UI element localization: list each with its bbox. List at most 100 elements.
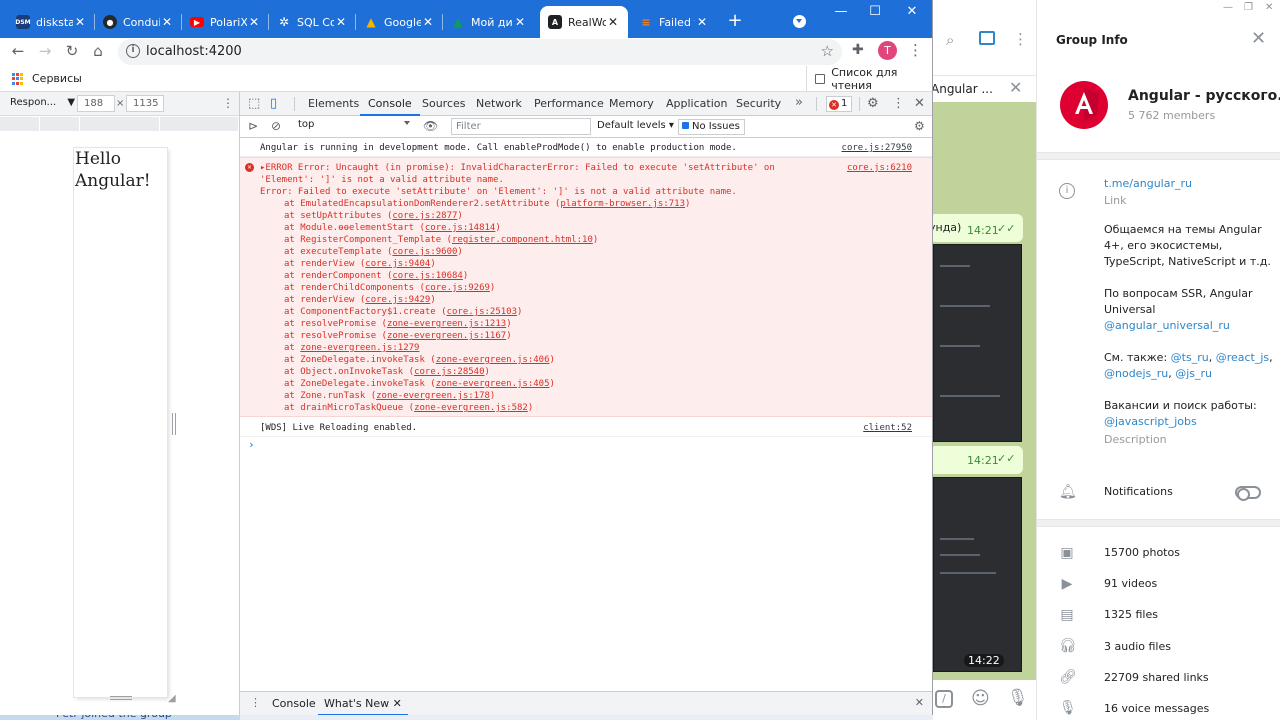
reading-list-button[interactable]: Список для чтения (806, 66, 932, 92)
group-link[interactable]: t.me/angular_ru (1104, 176, 1274, 192)
error-expander[interactable]: ▸ERROR Error: Uncaught (in promise): Inv… (260, 162, 920, 174)
sidebar-icon[interactable]: ⊳ (248, 119, 258, 133)
menu-icon[interactable]: ⋮ (908, 41, 923, 59)
stack-location-link[interactable]: zone-evergreen.js:406 (436, 355, 550, 365)
stack-location-link[interactable]: core.js:9404 (365, 259, 430, 269)
eye-icon[interactable]: 👁︎ (423, 119, 438, 133)
tab-network[interactable]: Network (476, 92, 522, 116)
url-text[interactable]: localhost:4200 (146, 44, 242, 59)
error-count-badge[interactable]: ✕ 1 (826, 96, 852, 112)
close-icon[interactable]: ✕ (421, 15, 435, 29)
width-input[interactable]: 188 (77, 95, 115, 112)
issues-button[interactable]: No Issues (678, 119, 745, 135)
media-item-files[interactable]: 1325 files (1104, 608, 1158, 621)
maximize-icon[interactable]: ☐ (860, 4, 890, 19)
screenshot-image[interactable]: 14:22 (933, 477, 1022, 672)
stack-location-link[interactable]: zone-evergreen.js:582 (414, 403, 528, 413)
more-tabs-icon[interactable]: » (795, 95, 803, 110)
filter-input[interactable]: Filter (451, 118, 591, 135)
group-avatar[interactable] (1060, 81, 1108, 129)
close-icon[interactable]: ✕ (247, 15, 261, 29)
browser-tab-active[interactable]: A RealWo ✕ (540, 6, 628, 38)
close-icon[interactable]: ✕ (695, 15, 709, 29)
close-icon[interactable]: ✕ (1009, 78, 1022, 97)
resize-grip-icon[interactable]: ◢ (168, 693, 176, 704)
stack-location-link[interactable]: zone-evergreen.js:178 (376, 391, 490, 401)
pinned-message[interactable]: Angular ... ✕ (933, 75, 1036, 102)
browser-tab[interactable]: ▲ Google ✕ (356, 6, 443, 38)
close-icon[interactable]: ✕ (513, 15, 527, 29)
restore-icon[interactable]: ❐ (1244, 2, 1253, 13)
source-link[interactable]: client:52 (863, 422, 912, 434)
close-icon[interactable]: ✕ (1251, 28, 1266, 49)
media-item-links[interactable]: 22709 shared links (1104, 671, 1209, 684)
close-icon[interactable]: ✕ (914, 96, 925, 111)
tab-memory[interactable]: Memory (609, 92, 654, 116)
tab-elements[interactable]: Elements (308, 92, 359, 116)
stack-location-link[interactable]: core.js:9600 (392, 247, 457, 257)
browser-tab[interactable]: ● Conduit ✕ (95, 6, 182, 38)
forward-icon[interactable]: → (36, 42, 54, 60)
close-icon[interactable]: ✕ (393, 697, 402, 710)
gear-icon[interactable]: ⚙ (914, 119, 925, 133)
more-icon[interactable]: ⋮ (222, 96, 234, 110)
address-bar[interactable]: i localhost:4200 ☆ (118, 39, 842, 65)
description-link[interactable]: @javascript_jobs (1104, 414, 1274, 430)
close-icon[interactable]: ✕ (915, 696, 924, 709)
browser-tab[interactable]: ▲ Мой ди ✕ (443, 6, 535, 38)
browser-tab[interactable]: ✲ SQL Co ✕ (269, 6, 356, 38)
tab-search-icon[interactable] (793, 15, 806, 28)
screenshot-image[interactable] (933, 244, 1022, 442)
drawer-tab-whats-new[interactable]: What's New ✕ (318, 692, 408, 715)
extensions-icon[interactable]: ✚ (852, 42, 864, 58)
close-icon[interactable]: ✕ (334, 15, 348, 29)
resize-handle-bottom[interactable] (110, 696, 132, 700)
browser-tab[interactable]: DSM diskstat ✕ (8, 6, 95, 38)
tab-application[interactable]: Application (666, 92, 727, 116)
stack-location-link[interactable]: register.component.html:10 (452, 235, 593, 245)
profile-avatar[interactable]: T (878, 41, 897, 60)
emulated-device[interactable]: Hello Angular! (74, 148, 167, 697)
new-tab-button[interactable]: + (724, 10, 746, 31)
search-icon[interactable]: ⌕ (946, 31, 954, 49)
media-item-videos[interactable]: 91 videos (1104, 577, 1157, 590)
more-icon[interactable]: ⋮ (250, 696, 261, 709)
stack-location-link[interactable]: core.js:14814 (425, 223, 495, 233)
browser-tab[interactable]: ≡ Failed t ✕ (631, 6, 717, 38)
media-query-ruler[interactable] (0, 117, 239, 131)
info-icon[interactable]: i (126, 44, 140, 58)
apps-grid-icon[interactable] (12, 73, 24, 85)
minimize-icon[interactable]: — (826, 4, 856, 19)
notifications-toggle[interactable] (1235, 486, 1261, 501)
minimize-icon[interactable]: — (1223, 2, 1233, 13)
browser-tab[interactable]: ▶ PolariX ✕ (182, 6, 269, 38)
stack-location-link[interactable]: zone-evergreen.js:1213 (387, 319, 506, 329)
stack-location-link[interactable]: zone-evergreen.js:1167 (387, 331, 506, 341)
height-input[interactable]: 1135 (126, 95, 164, 112)
resize-handle-right[interactable] (172, 413, 176, 435)
clear-console-icon[interactable]: ⊘ (271, 119, 281, 133)
bookmark-star-icon[interactable]: ☆ (821, 42, 834, 60)
media-item-voice[interactable]: 16 voice messages (1104, 702, 1209, 715)
console-prompt[interactable]: › (240, 437, 932, 451)
close-icon[interactable]: ✕ (606, 15, 620, 29)
tab-console[interactable]: Console (360, 92, 420, 116)
tab-performance[interactable]: Performance (534, 92, 604, 116)
emoji-icon[interactable]: ☺ (971, 688, 990, 709)
bookmark-services[interactable]: Сервисы (32, 72, 82, 85)
log-levels-select[interactable]: Default levels ▾ (597, 120, 674, 131)
close-icon[interactable]: ✕ (73, 15, 87, 29)
see-also-link[interactable]: @nodejs_ru (1104, 367, 1168, 380)
media-item-audio[interactable]: 3 audio files (1104, 640, 1171, 653)
description-link[interactable]: @angular_universal_ru (1104, 318, 1274, 334)
more-icon[interactable]: ⋮ (1013, 30, 1028, 48)
stack-location-link[interactable]: core.js:28540 (414, 367, 484, 377)
device-select[interactable]: Respon... ▼ (10, 97, 75, 108)
stack-location-link[interactable]: core.js:9429 (365, 295, 430, 305)
see-also-link[interactable]: @react_js (1216, 351, 1269, 364)
device-toggle-icon[interactable]: ▯ (270, 96, 277, 111)
stack-location-link[interactable]: zone-evergreen.js:405 (436, 379, 550, 389)
see-also-link[interactable]: @ts_ru (1171, 351, 1209, 364)
microphone-icon[interactable]: 🎙 (1007, 688, 1029, 708)
stack-location-link[interactable]: platform-browser.js:713 (560, 199, 685, 209)
